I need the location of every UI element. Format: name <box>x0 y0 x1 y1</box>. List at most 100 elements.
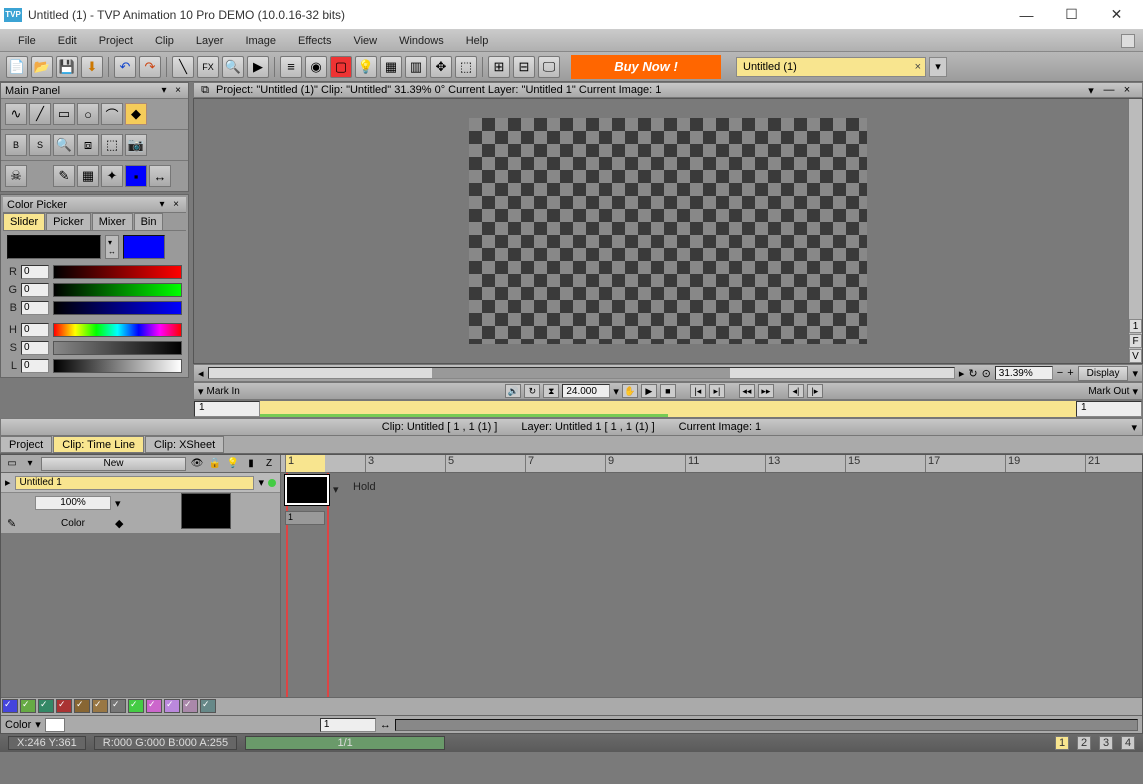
move-tool[interactable]: ↔ <box>149 165 171 187</box>
mode-dd-icon[interactable]: ◆ <box>115 517 123 530</box>
layers-icon[interactable]: ≡ <box>280 56 302 78</box>
minimize-button[interactable]: — <box>1004 1 1049 29</box>
grid3-icon[interactable]: ⊞ <box>488 56 510 78</box>
timeline-hscroll[interactable] <box>395 719 1138 731</box>
bulb-icon[interactable]: 💡 <box>226 457 240 471</box>
line-tool[interactable]: ╱ <box>29 103 51 125</box>
menu-effects[interactable]: Effects <box>288 33 341 49</box>
swatch-swap-icon[interactable]: ▾↔ <box>105 235 119 259</box>
cp-close-icon[interactable]: × <box>170 199 182 211</box>
mode-dd-icon[interactable]: ▾ <box>35 718 41 731</box>
opacity-dd-icon[interactable]: ▾ <box>115 497 121 510</box>
brush-tool-icon[interactable]: ╲ <box>172 56 194 78</box>
camera-tool[interactable]: 📷 <box>125 134 147 156</box>
color-wheel-icon[interactable]: ◉ <box>305 56 327 78</box>
panel-close-icon[interactable]: × <box>172 85 184 97</box>
palette-swatch-6[interactable] <box>110 699 126 713</box>
frame-thumbnail[interactable] <box>285 475 329 505</box>
palette-swatch-3[interactable] <box>56 699 72 713</box>
canvas-close-icon[interactable]: × <box>1120 83 1134 97</box>
r-slider[interactable] <box>53 265 182 279</box>
pen-tool[interactable]: ✎ <box>53 165 75 187</box>
s-value[interactable]: 0 <box>21 341 49 355</box>
grid2-icon[interactable]: ▥ <box>405 56 427 78</box>
vtag-1[interactable]: 1 <box>1129 319 1142 333</box>
project-tab-dropdown[interactable]: ▾ <box>929 57 947 77</box>
magnify-tool[interactable]: 🔍 <box>53 134 75 156</box>
fps-icon[interactable]: ⧗ <box>543 384 559 398</box>
color-swatch-icon[interactable]: ▢ <box>330 56 352 78</box>
palette-swatch-0[interactable] <box>2 699 18 713</box>
tab-project[interactable]: Project <box>0 436 52 453</box>
markin-arrow-icon[interactable]: ▾ <box>198 385 204 398</box>
canvas-viewport[interactable]: 1 F V <box>193 98 1143 364</box>
palette-swatch-7[interactable] <box>128 699 144 713</box>
canvas-vscroll[interactable]: 1 F V <box>1128 99 1142 363</box>
info-dd-icon[interactable]: ▾ <box>1131 421 1137 434</box>
crop-tool[interactable]: ⧈ <box>77 134 99 156</box>
l-slider[interactable] <box>53 359 182 373</box>
curve-tool[interactable]: ⌒ <box>101 103 123 125</box>
frame-dd-icon[interactable]: ▾ <box>333 483 339 496</box>
cp-menu-icon[interactable]: ▾ <box>156 199 168 211</box>
canvas-hscroll[interactable] <box>208 367 955 379</box>
wand-tool[interactable]: ✦ <box>101 165 123 187</box>
canvas-restore-icon[interactable]: ⧉ <box>198 83 212 97</box>
hscroll-right-icon[interactable]: ▸ <box>959 367 965 380</box>
menu-project[interactable]: Project <box>89 33 143 49</box>
l-value[interactable]: 0 <box>21 359 49 373</box>
pencil-icon[interactable]: ✎ <box>7 517 16 530</box>
grid4-icon[interactable]: ⊟ <box>513 56 535 78</box>
palette-swatch-10[interactable] <box>182 699 198 713</box>
loop-icon[interactable]: ↻ <box>524 384 540 398</box>
maximize-button[interactable]: ☐ <box>1049 1 1094 29</box>
next-key-button[interactable]: ▸▸ <box>758 384 774 398</box>
frame-in-field[interactable]: 1 <box>194 401 260 417</box>
h-value[interactable]: 0 <box>21 323 49 337</box>
color-b-swatch[interactable] <box>123 235 165 259</box>
layer-row[interactable]: ▸ Untitled 1 ▾ <box>1 473 280 493</box>
timeline-ruler[interactable]: 1 3 5 7 9 11 13 15 17 19 21 <box>281 455 1142 472</box>
save-button[interactable]: 💾 <box>56 56 78 78</box>
s-slider[interactable] <box>53 341 182 355</box>
step-fwd-button[interactable]: |▸ <box>807 384 823 398</box>
cp-tab-bin[interactable]: Bin <box>134 213 164 230</box>
freehand-tool[interactable]: ∿ <box>5 103 27 125</box>
bot-swatch[interactable] <box>45 718 65 732</box>
menu-layer[interactable]: Layer <box>186 33 234 49</box>
menu-view[interactable]: View <box>343 33 387 49</box>
vtag-f[interactable]: F <box>1129 334 1142 348</box>
close-button[interactable]: ✕ <box>1094 1 1139 29</box>
fx-button[interactable]: FX <box>197 56 219 78</box>
palette-swatch-9[interactable] <box>164 699 180 713</box>
page-1-button[interactable]: 1 <box>1055 736 1069 750</box>
palette-swatch-11[interactable] <box>200 699 216 713</box>
lock-icon[interactable]: 🔒 <box>208 457 222 471</box>
color-tool[interactable]: ▪ <box>125 165 147 187</box>
tab-xsheet[interactable]: Clip: XSheet <box>145 436 224 453</box>
r-value[interactable]: 0 <box>21 265 49 279</box>
select-tool[interactable]: ⬚ <box>101 134 123 156</box>
play-icon[interactable]: ▶ <box>247 56 269 78</box>
zoom-out-icon[interactable]: − <box>1057 367 1063 379</box>
opacity-field[interactable]: 100% <box>35 496 111 510</box>
b-value[interactable]: 0 <box>21 301 49 315</box>
cp-tab-picker[interactable]: Picker <box>46 213 91 230</box>
redo-button[interactable]: ↷ <box>139 56 161 78</box>
zoom-in-icon[interactable]: + <box>1067 367 1073 379</box>
playhead-2[interactable] <box>327 473 329 697</box>
palette-swatch-8[interactable] <box>146 699 162 713</box>
layer-dd-icon[interactable]: ▾ <box>258 476 264 489</box>
rect-tool[interactable]: ▭ <box>53 103 75 125</box>
menu-edit[interactable]: Edit <box>48 33 87 49</box>
last-frame-button[interactable]: ▸| <box>709 384 725 398</box>
fill-tool[interactable]: ◆ <box>125 103 147 125</box>
fps-dd-icon[interactable]: ▾ <box>613 385 619 398</box>
palette-swatch-2[interactable] <box>38 699 54 713</box>
markout-arrow-icon[interactable]: ▾ <box>1132 385 1138 398</box>
menu-windows[interactable]: Windows <box>389 33 454 49</box>
frame-out-field[interactable]: 1 <box>1076 401 1142 417</box>
panel-menu-icon[interactable]: ▾ <box>158 85 170 97</box>
new-layer-button[interactable]: New <box>41 457 186 471</box>
color-a-swatch[interactable] <box>7 235 101 259</box>
